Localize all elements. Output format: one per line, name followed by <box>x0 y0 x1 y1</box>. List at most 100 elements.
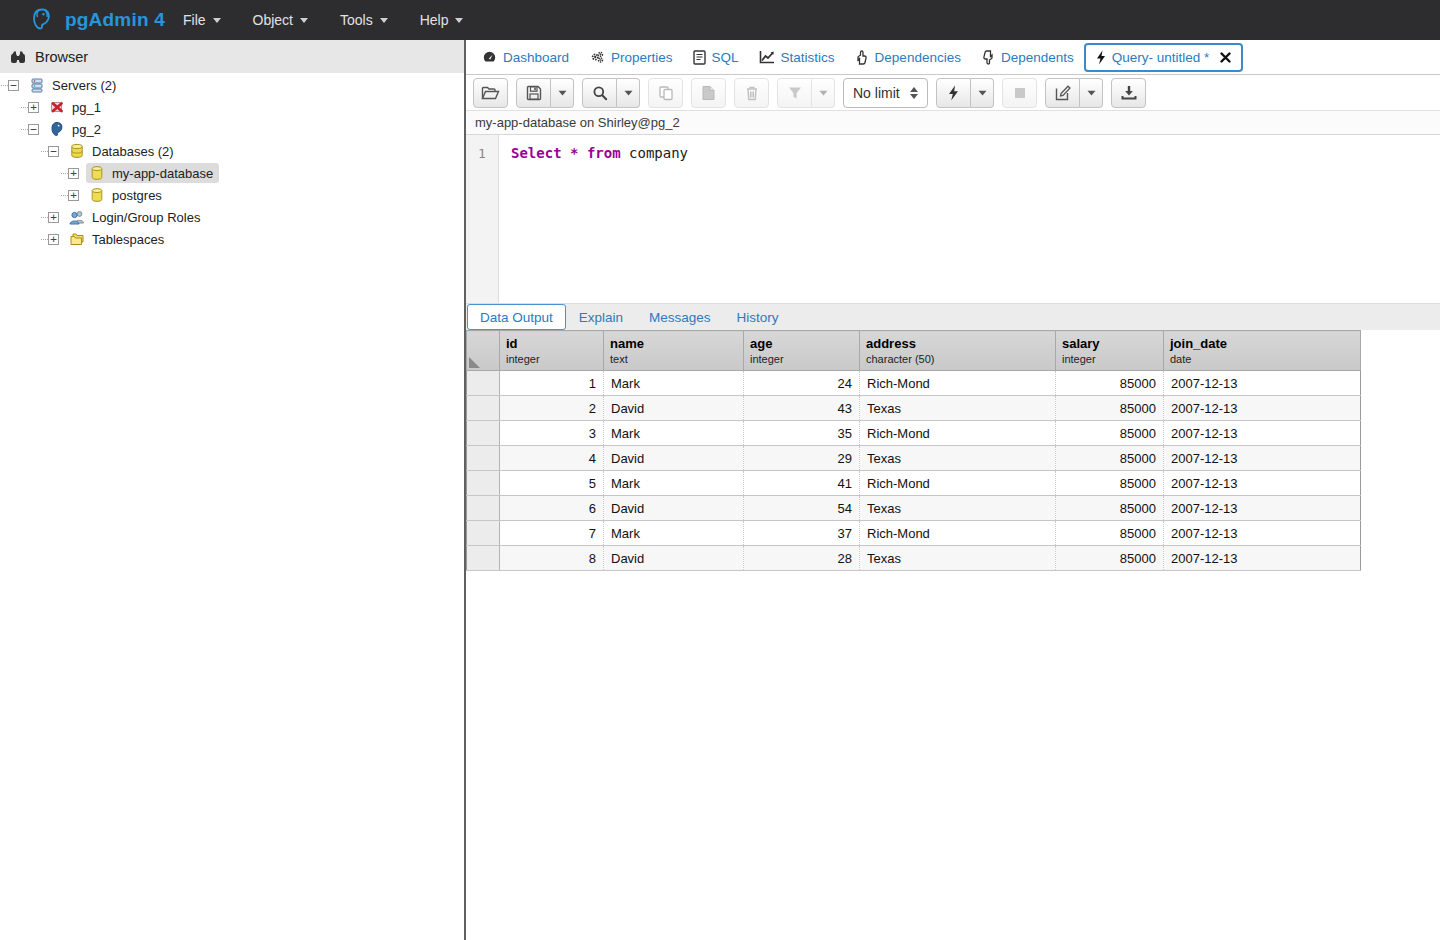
tree-item-servers-2-[interactable]: −Servers (2) <box>0 74 464 96</box>
save-menu-button[interactable] <box>551 78 574 108</box>
cell-name[interactable]: David <box>604 446 744 471</box>
stop-button[interactable] <box>1002 78 1037 108</box>
cell-age[interactable]: 24 <box>744 371 860 396</box>
execute-button[interactable] <box>936 78 971 108</box>
tab-sql[interactable]: SQL <box>683 43 749 72</box>
expand-expander-icon[interactable]: + <box>48 212 59 223</box>
row-selector[interactable] <box>467 396 500 421</box>
expand-expander-icon[interactable]: + <box>68 190 79 201</box>
cell-address[interactable]: Rich-Mond <box>860 421 1056 446</box>
cell-salary[interactable]: 85000 <box>1056 421 1164 446</box>
column-header-name[interactable]: nametext <box>604 331 744 371</box>
cell-salary[interactable]: 85000 <box>1056 446 1164 471</box>
cell-join_date[interactable]: 2007-12-13 <box>1164 496 1361 521</box>
cell-age[interactable]: 28 <box>744 546 860 571</box>
cell-join_date[interactable]: 2007-12-13 <box>1164 446 1361 471</box>
cell-address[interactable]: Texas <box>860 396 1056 421</box>
cell-name[interactable]: Mark <box>604 471 744 496</box>
delete-button[interactable] <box>734 78 769 108</box>
tree-item-pg-1[interactable]: +pg_1 <box>0 96 464 118</box>
column-header-address[interactable]: addresscharacter (50) <box>860 331 1056 371</box>
find-menu-button[interactable] <box>617 78 640 108</box>
execute-menu-button[interactable] <box>971 78 994 108</box>
cell-join_date[interactable]: 2007-12-13 <box>1164 371 1361 396</box>
cell-age[interactable]: 37 <box>744 521 860 546</box>
expand-expander-icon[interactable]: + <box>68 168 79 179</box>
cell-name[interactable]: Mark <box>604 521 744 546</box>
menu-file[interactable]: File <box>167 0 237 40</box>
output-tab-messages[interactable]: Messages <box>636 304 724 331</box>
tab-dependencies[interactable]: Dependencies <box>845 43 971 72</box>
copy-button[interactable] <box>648 78 683 108</box>
cell-id[interactable]: 8 <box>500 546 604 571</box>
sql-editor[interactable]: 1 Select * from company <box>466 135 1440 303</box>
tab-dashboard[interactable]: Dashboard <box>472 43 579 72</box>
row-selector[interactable] <box>467 471 500 496</box>
column-header-age[interactable]: ageinteger <box>744 331 860 371</box>
row-selector[interactable] <box>467 521 500 546</box>
cell-age[interactable]: 54 <box>744 496 860 521</box>
sql-code-line[interactable]: Select * from company <box>499 135 688 303</box>
cell-id[interactable]: 7 <box>500 521 604 546</box>
cell-name[interactable]: David <box>604 546 744 571</box>
paste-button[interactable] <box>691 78 726 108</box>
filter-button[interactable] <box>777 78 812 108</box>
cell-name[interactable]: Mark <box>604 421 744 446</box>
row-selector[interactable] <box>467 446 500 471</box>
menu-object[interactable]: Object <box>237 0 324 40</box>
cell-address[interactable]: Rich-Mond <box>860 471 1056 496</box>
output-tab-data-output[interactable]: Data Output <box>467 304 566 330</box>
tree-item-my-app-database[interactable]: +my-app-database <box>0 162 464 184</box>
filter-menu-button[interactable] <box>812 78 835 108</box>
tree-item-tablespaces[interactable]: +Tablespaces <box>0 228 464 250</box>
cell-age[interactable]: 35 <box>744 421 860 446</box>
collapse-expander-icon[interactable]: − <box>48 146 59 157</box>
save-button[interactable] <box>516 78 551 108</box>
cell-name[interactable]: David <box>604 396 744 421</box>
cell-join_date[interactable]: 2007-12-13 <box>1164 471 1361 496</box>
expand-expander-icon[interactable]: + <box>48 234 59 245</box>
collapse-expander-icon[interactable]: − <box>28 124 39 135</box>
cell-age[interactable]: 29 <box>744 446 860 471</box>
cell-name[interactable]: David <box>604 496 744 521</box>
menu-help[interactable]: Help <box>404 0 480 40</box>
cell-address[interactable]: Rich-Mond <box>860 521 1056 546</box>
cell-age[interactable]: 43 <box>744 396 860 421</box>
tree-item-login-group-roles[interactable]: +Login/Group Roles <box>0 206 464 228</box>
cell-id[interactable]: 5 <box>500 471 604 496</box>
expand-expander-icon[interactable]: + <box>28 102 39 113</box>
cell-id[interactable]: 3 <box>500 421 604 446</box>
tab-properties[interactable]: Properties <box>579 43 683 72</box>
select-all-corner[interactable] <box>467 331 500 371</box>
open-file-button[interactable] <box>473 78 508 108</box>
cell-join_date[interactable]: 2007-12-13 <box>1164 421 1361 446</box>
tab-dependents[interactable]: Dependents <box>971 43 1084 72</box>
cell-address[interactable]: Texas <box>860 446 1056 471</box>
column-header-id[interactable]: idinteger <box>500 331 604 371</box>
cell-address[interactable]: Texas <box>860 546 1056 571</box>
tab-statistics[interactable]: Statistics <box>749 43 845 72</box>
row-selector[interactable] <box>467 546 500 571</box>
output-tab-explain[interactable]: Explain <box>566 304 636 331</box>
cell-address[interactable]: Texas <box>860 496 1056 521</box>
tree-item-pg-2[interactable]: −pg_2 <box>0 118 464 140</box>
cell-age[interactable]: 41 <box>744 471 860 496</box>
tab-query-untitled-[interactable]: Query- untitled * <box>1084 43 1244 72</box>
cell-join_date[interactable]: 2007-12-13 <box>1164 546 1361 571</box>
row-selector[interactable] <box>467 421 500 446</box>
column-header-join_date[interactable]: join_datedate <box>1164 331 1361 371</box>
cell-salary[interactable]: 85000 <box>1056 396 1164 421</box>
cell-join_date[interactable]: 2007-12-13 <box>1164 396 1361 421</box>
cell-id[interactable]: 1 <box>500 371 604 396</box>
download-button[interactable] <box>1111 78 1146 108</box>
collapse-expander-icon[interactable]: − <box>8 80 19 91</box>
cell-salary[interactable]: 85000 <box>1056 546 1164 571</box>
edit-button[interactable] <box>1045 78 1080 108</box>
find-button[interactable] <box>582 78 617 108</box>
cell-salary[interactable]: 85000 <box>1056 496 1164 521</box>
row-selector[interactable] <box>467 496 500 521</box>
cell-name[interactable]: Mark <box>604 371 744 396</box>
close-icon[interactable] <box>1220 52 1231 63</box>
cell-address[interactable]: Rich-Mond <box>860 371 1056 396</box>
menu-tools[interactable]: Tools <box>324 0 404 40</box>
